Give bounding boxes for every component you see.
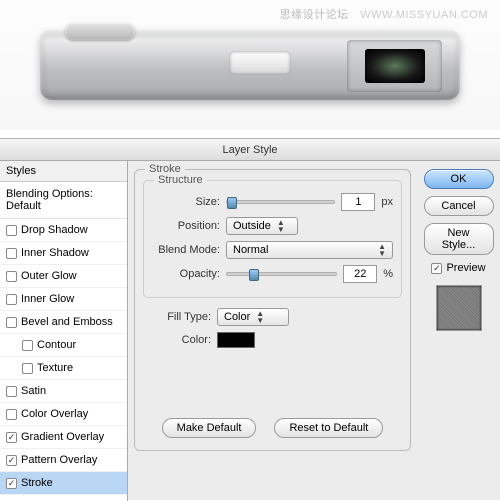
position-label: Position: [152, 220, 220, 232]
opacity-slider[interactable] [226, 272, 337, 276]
watermark-cn: 思缘设计论坛 [280, 9, 349, 21]
position-row: Position: Outside ▲▼ [152, 217, 393, 235]
camera-flash [230, 52, 290, 74]
sidebar-item-pattern-overlay[interactable]: Pattern Overlay [0, 449, 127, 472]
camera-dial [65, 22, 135, 40]
sidebar-item-label: Pattern Overlay [21, 454, 97, 466]
updown-icon: ▲▼ [256, 310, 264, 324]
updown-icon: ▲▼ [378, 243, 386, 257]
size-row: Size: 1 px [152, 193, 393, 211]
style-checkbox[interactable] [6, 478, 17, 489]
sidebar-item-label: Drop Shadow [21, 224, 88, 236]
reset-default-button[interactable]: Reset to Default [274, 418, 383, 438]
styles-sidebar: Styles Blending Options: Default Drop Sh… [0, 161, 128, 501]
preview-checkbox-row[interactable]: Preview [431, 262, 485, 274]
sidebar-item-label: Color Overlay [21, 408, 88, 420]
sidebar-header[interactable]: Styles [0, 161, 127, 182]
sidebar-item-bevel-and-emboss[interactable]: Bevel and Emboss [0, 311, 127, 334]
sidebar-item-drop-shadow[interactable]: Drop Shadow [0, 219, 127, 242]
dialog-title: Layer Style [0, 139, 500, 161]
sidebar-item-satin[interactable]: Satin [0, 380, 127, 403]
ok-button[interactable]: OK [424, 169, 494, 189]
style-checkbox[interactable] [6, 432, 17, 443]
new-style-button[interactable]: New Style... [424, 223, 494, 255]
sidebar-item-label: Outer Glow [21, 270, 77, 282]
opacity-row: Opacity: 22 % [152, 265, 393, 283]
opacity-input[interactable]: 22 [343, 265, 377, 283]
color-row: Color: [143, 332, 402, 348]
layer-style-dialog: Layer Style Styles Blending Options: Def… [0, 138, 500, 500]
style-checkbox[interactable] [6, 225, 17, 236]
sidebar-item-label: Texture [37, 362, 73, 374]
style-checkbox[interactable] [22, 340, 33, 351]
sidebar-item-gradient-overlay[interactable]: Gradient Overlay [0, 426, 127, 449]
blend-mode-row: Blend Mode: Normal ▲▼ [152, 241, 393, 259]
blend-mode-select[interactable]: Normal ▲▼ [226, 241, 393, 259]
dialog-body: Styles Blending Options: Default Drop Sh… [0, 161, 500, 501]
sidebar-item-contour[interactable]: Contour [0, 334, 127, 357]
blend-value: Normal [233, 244, 372, 256]
opacity-label: Opacity: [152, 268, 220, 280]
cancel-button[interactable]: Cancel [424, 196, 494, 216]
dialog-right-column: OK Cancel New Style... Preview [417, 161, 500, 501]
sidebar-item-texture[interactable]: Texture [0, 357, 127, 380]
make-default-button[interactable]: Make Default [162, 418, 257, 438]
structure-fieldset: Structure Size: 1 px Position: Outside ▲… [143, 180, 402, 298]
style-checkbox[interactable] [22, 363, 33, 374]
default-buttons-row: Make Default Reset to Default [143, 418, 402, 438]
sidebar-item-label: Bevel and Emboss [21, 316, 113, 328]
sidebar-item-inner-glow[interactable]: Inner Glow [0, 288, 127, 311]
blend-label: Blend Mode: [152, 244, 220, 256]
fill-type-row: Fill Type: Color ▲▼ [143, 308, 402, 326]
style-checkbox[interactable] [6, 248, 17, 259]
position-value: Outside [233, 220, 271, 232]
preview-checkbox[interactable] [431, 263, 442, 274]
sidebar-item-label: Inner Glow [21, 293, 74, 305]
sidebar-item-label: Satin [21, 385, 46, 397]
size-unit: px [381, 196, 393, 208]
structure-legend: Structure [154, 174, 207, 186]
preview-swatch [436, 285, 482, 331]
preview-label: Preview [446, 262, 485, 274]
sidebar-item-label: Contour [37, 339, 76, 351]
style-checkbox[interactable] [6, 409, 17, 420]
style-checkbox[interactable] [6, 455, 17, 466]
color-swatch[interactable] [217, 332, 255, 348]
fill-type-select[interactable]: Color ▲▼ [217, 308, 289, 326]
sidebar-item-stroke[interactable]: Stroke [0, 472, 127, 495]
updown-icon: ▲▼ [277, 219, 285, 233]
sidebar-item-outer-glow[interactable]: Outer Glow [0, 265, 127, 288]
camera-lens-housing [347, 40, 442, 92]
filltype-label: Fill Type: [143, 311, 211, 323]
color-label: Color: [143, 334, 211, 346]
size-input[interactable]: 1 [341, 193, 375, 211]
watermark: 思缘设计论坛 WWW.MISSYUAN.COM [280, 6, 488, 22]
screenshot-photo: 思缘设计论坛 WWW.MISSYUAN.COM [0, 0, 500, 130]
style-checkbox[interactable] [6, 271, 17, 282]
sidebar-item-label: Gradient Overlay [21, 431, 104, 443]
watermark-url: WWW.MISSYUAN.COM [360, 9, 488, 21]
sidebar-item-label: Inner Shadow [21, 247, 89, 259]
blending-options-row[interactable]: Blending Options: Default [0, 182, 127, 219]
camera-lens [365, 49, 425, 83]
camera-body [40, 30, 460, 100]
stroke-fieldset: Stroke Structure Size: 1 px Position: Ou… [134, 169, 411, 451]
size-slider[interactable] [226, 200, 335, 204]
style-checkbox[interactable] [6, 294, 17, 305]
opacity-unit: % [383, 268, 393, 280]
sidebar-item-inner-shadow[interactable]: Inner Shadow [0, 242, 127, 265]
style-checkbox[interactable] [6, 386, 17, 397]
sidebar-item-color-overlay[interactable]: Color Overlay [0, 403, 127, 426]
sidebar-item-label: Stroke [21, 477, 53, 489]
style-checkbox[interactable] [6, 317, 17, 328]
stroke-panel: Stroke Structure Size: 1 px Position: Ou… [128, 161, 417, 501]
position-select[interactable]: Outside ▲▼ [226, 217, 298, 235]
filltype-value: Color [224, 311, 250, 323]
size-label: Size: [152, 196, 220, 208]
